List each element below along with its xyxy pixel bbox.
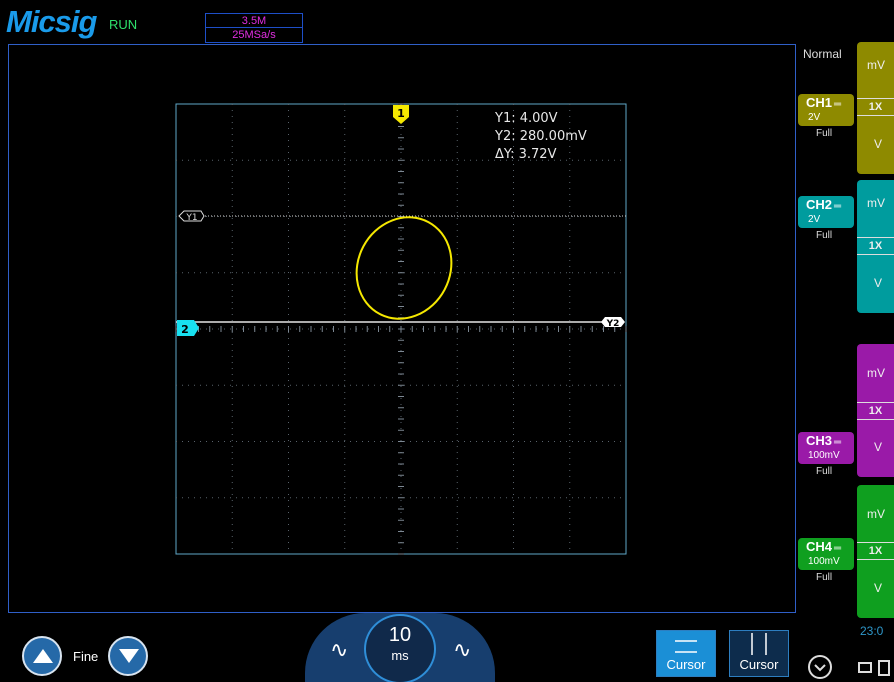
- ch1-fine-unit: mV: [867, 58, 885, 72]
- waveform-canvas: Y1 Y2 2 1: [175, 103, 627, 555]
- horizontal-cursor-label: Cursor: [666, 657, 706, 672]
- ch1-probe-ratio[interactable]: 1X: [857, 98, 894, 116]
- document-icon[interactable]: [878, 660, 890, 676]
- cursor-delta-readout: ΔY: 3.72V: [495, 147, 557, 162]
- ch4-side-panel[interactable]: mV 1X V: [857, 485, 894, 618]
- graticule-center-axes: [175, 103, 627, 555]
- ch4-bandwidth: Full: [816, 572, 833, 583]
- ch4-probe-ratio[interactable]: 1X: [857, 542, 894, 560]
- ch3-side-panel[interactable]: mV 1X V: [857, 344, 894, 477]
- ch3-fine-unit: mV: [867, 366, 885, 380]
- ch4-scale: 100mV: [808, 556, 840, 567]
- ch1-button[interactable]: CH1 2V: [798, 94, 854, 126]
- ch2-name: CH2: [806, 196, 854, 214]
- ch3-probe-ratio[interactable]: 1X: [857, 402, 894, 420]
- ch2-scale: 2V: [808, 214, 821, 225]
- ch3-name: CH3: [806, 432, 854, 450]
- cursor-y1-label: Y1: [185, 213, 197, 223]
- ch4-button[interactable]: CH4 100mV: [798, 538, 854, 570]
- ch2-side-panel[interactable]: mV 1X V: [857, 180, 894, 313]
- up-arrow-icon: [33, 649, 53, 663]
- ch1-name: CH1: [806, 94, 854, 112]
- ch3-button[interactable]: CH3 100mV: [798, 432, 854, 464]
- timebase-unit: ms: [391, 648, 409, 663]
- vertical-cursor-button[interactable]: Cursor: [729, 630, 789, 677]
- ch3-coarse-unit: V: [874, 440, 883, 454]
- sample-rate: 25MSa/s: [232, 29, 276, 41]
- memory-depth: 3.5M: [206, 14, 302, 28]
- ch2-marker-label: 2: [181, 323, 189, 336]
- timebase-decrease-icon[interactable]: ∿: [330, 637, 348, 663]
- cursor-y2-label: Y2: [606, 319, 620, 329]
- ch2-bandwidth: Full: [816, 230, 833, 241]
- ch1-marker-label: 1: [397, 107, 405, 120]
- fine-label[interactable]: Fine: [73, 649, 98, 664]
- ch1-bandwidth: Full: [816, 128, 833, 139]
- ch1-side-panel[interactable]: mV 1X V: [857, 42, 894, 174]
- ch3-bandwidth: Full: [816, 466, 833, 477]
- brand-logo: Micsig: [6, 4, 97, 39]
- chevron-down-icon[interactable]: [808, 655, 832, 679]
- acquisition-info[interactable]: 3.5M 25MSa/s: [205, 13, 303, 43]
- decrease-button[interactable]: [108, 636, 148, 676]
- ch1-coarse-unit: V: [874, 137, 883, 151]
- screenshot-icon[interactable]: [858, 662, 872, 673]
- xy-trace: [355, 216, 453, 320]
- run-status[interactable]: RUN: [109, 17, 137, 32]
- ch2-coarse-unit: V: [874, 276, 883, 290]
- ch2-fine-unit: mV: [867, 196, 885, 210]
- timebase-value: 10: [388, 624, 412, 646]
- down-arrow-icon: [119, 649, 139, 663]
- cursor-y1-marker: Y1: [178, 210, 205, 223]
- top-bar: Micsig RUN 3.5M 25MSa/s: [0, 0, 894, 44]
- ch3-scale: 100mV: [808, 450, 840, 461]
- ch4-name: CH4: [806, 538, 854, 556]
- ch1-ground-marker: 1: [393, 105, 409, 124]
- ch2-probe-ratio[interactable]: 1X: [857, 237, 894, 255]
- ch1-scale: 2V: [808, 112, 821, 123]
- cursor-y2-marker: Y2: [601, 317, 625, 329]
- ch4-fine-unit: mV: [867, 507, 885, 521]
- timebase-increase-icon[interactable]: ∿: [453, 637, 471, 663]
- waveform-display[interactable]: Y1 Y2 2 1 Y1: 4.00V Y2: 280.00mV ΔY: 3.7…: [8, 44, 796, 613]
- vertical-cursor-label: Cursor: [739, 657, 779, 672]
- increase-button[interactable]: [22, 636, 62, 676]
- cursor-y2-readout: Y2: 280.00mV: [495, 129, 587, 144]
- clock: 23:0: [860, 624, 884, 638]
- ch2-button[interactable]: CH2 2V: [798, 196, 854, 228]
- trigger-mode[interactable]: Normal: [803, 47, 842, 61]
- cursor-y1-readout: Y1: 4.00V: [495, 111, 558, 126]
- timebase-dial[interactable]: 10 ms: [364, 614, 436, 682]
- ch4-coarse-unit: V: [874, 581, 883, 595]
- horizontal-cursor-button[interactable]: Cursor: [656, 630, 716, 677]
